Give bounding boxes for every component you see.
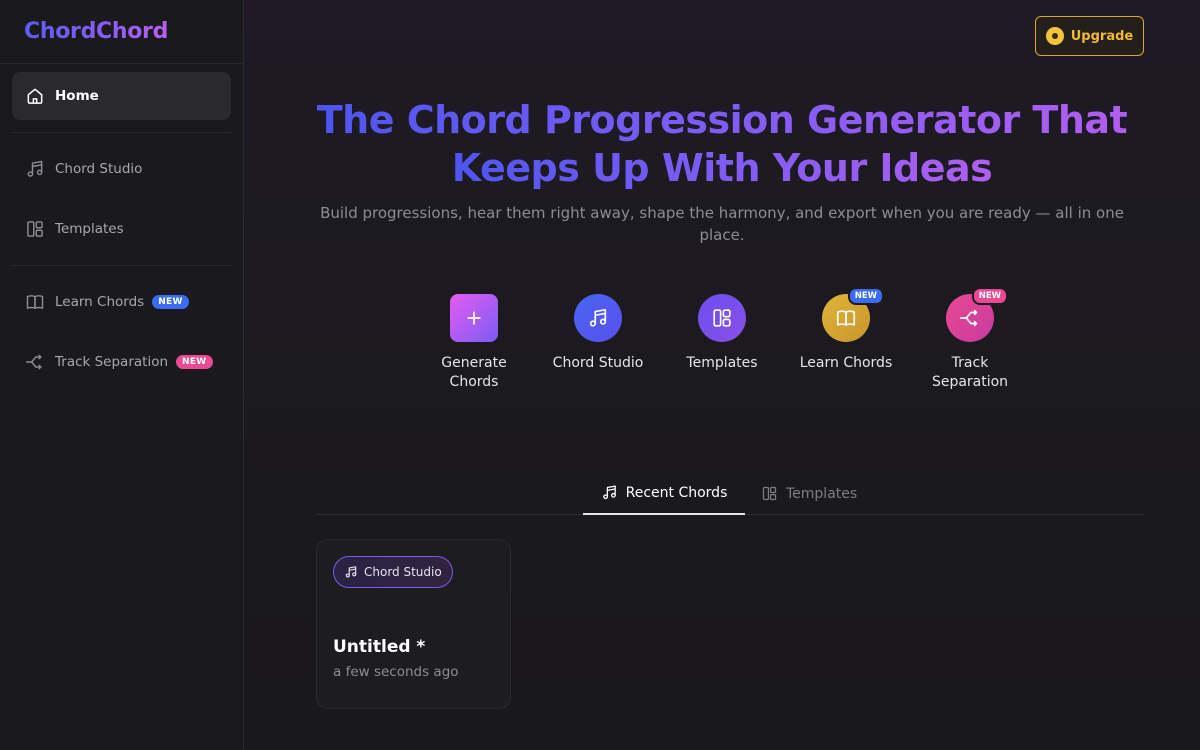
coin-icon (1045, 27, 1064, 45)
action-generate-chords[interactable]: Generate Chords (412, 294, 536, 392)
home-icon (24, 85, 46, 107)
hero-title: The Chord Progression Generator That Kee… (244, 96, 1200, 192)
hero-title-line1: The Chord Progression Generator That (316, 98, 1128, 142)
book-icon (24, 291, 46, 313)
action-label: Templates (686, 355, 758, 371)
hero-subtitle: Build progressions, hear them right away… (320, 204, 1124, 244)
upgrade-button[interactable]: Upgrade (1035, 16, 1144, 56)
action-label: Learn Chords (799, 355, 893, 371)
card-title: Untitled * (333, 637, 426, 657)
sidebar-divider (12, 265, 231, 266)
brand-name: ChordChord (24, 19, 169, 44)
sidebar-divider (12, 132, 231, 133)
action-learn-chords[interactable]: NEW Learn Chords (784, 287, 908, 392)
sidebar-item-label: Learn Chords (55, 294, 145, 310)
music-note-icon (587, 307, 609, 329)
book-icon (835, 307, 857, 329)
music-note-icon (24, 158, 46, 180)
new-badge: NEW (847, 287, 884, 305)
card-tag: Chord Studio (333, 556, 453, 588)
music-note-icon (344, 565, 358, 579)
sidebar-item-label: Chord Studio (55, 161, 143, 177)
content-tabs: Recent Chords Templates (316, 472, 1144, 515)
sidebar: ChordChord Home Chord Studio Templates L… (0, 0, 244, 750)
quick-actions: Generate Chords Chord Studio Templates N… (244, 287, 1200, 392)
action-tile[interactable] (698, 294, 746, 342)
action-tile[interactable]: NEW (946, 287, 1008, 342)
new-badge: NEW (176, 355, 213, 369)
action-templates[interactable]: Templates (660, 294, 784, 392)
brand-logo[interactable]: ChordChord (0, 0, 243, 64)
new-badge: NEW (152, 295, 189, 309)
sidebar-item-label: Home (55, 88, 99, 104)
sidebar-item-label: Templates (55, 221, 124, 237)
tab-label: Templates (786, 485, 858, 502)
sidebar-item-track-separation[interactable]: Track Separation NEW (12, 338, 231, 386)
action-label: Generate Chords (441, 355, 507, 390)
plus-icon (464, 308, 484, 328)
split-arrows-icon (24, 351, 46, 373)
tab-templates[interactable]: Templates (745, 472, 873, 515)
sidebar-item-label: Track Separation (55, 354, 169, 370)
tab-recent-chords[interactable]: Recent Chords (583, 472, 745, 515)
app-root: ChordChord Home Chord Studio Templates L… (0, 0, 1200, 750)
music-note-icon (601, 484, 618, 501)
new-badge: NEW (971, 287, 1008, 305)
sidebar-item-chord-studio[interactable]: Chord Studio (12, 145, 231, 193)
sidebar-nav: Home Chord Studio Templates Learn Chords… (0, 64, 243, 386)
templates-icon (761, 485, 778, 502)
recent-chord-card[interactable]: Chord Studio Untitled * a few seconds ag… (316, 539, 511, 709)
sidebar-item-home[interactable]: Home (12, 72, 231, 120)
hero-title-line2: Keeps Up With Your Ideas (451, 146, 993, 190)
main-content: Upgrade The Chord Progression Generator … (244, 0, 1200, 750)
card-tag-label: Chord Studio (364, 565, 442, 579)
action-label: Track Separation (931, 355, 1009, 390)
action-tile[interactable] (574, 294, 622, 342)
action-track-separation[interactable]: NEW Track Separation (908, 287, 1032, 392)
sidebar-item-learn-chords[interactable]: Learn Chords NEW (12, 278, 231, 326)
sidebar-item-templates[interactable]: Templates (12, 205, 231, 253)
action-tile[interactable] (450, 294, 498, 342)
tab-label: Recent Chords (625, 484, 728, 501)
split-arrows-icon (959, 307, 981, 329)
card-timestamp: a few seconds ago (333, 664, 459, 680)
action-tile[interactable]: NEW (822, 287, 884, 342)
templates-icon (24, 218, 46, 240)
action-chord-studio[interactable]: Chord Studio (536, 294, 660, 392)
templates-icon (711, 307, 733, 329)
action-label: Chord Studio (552, 355, 644, 371)
upgrade-label: Upgrade (1070, 28, 1134, 44)
